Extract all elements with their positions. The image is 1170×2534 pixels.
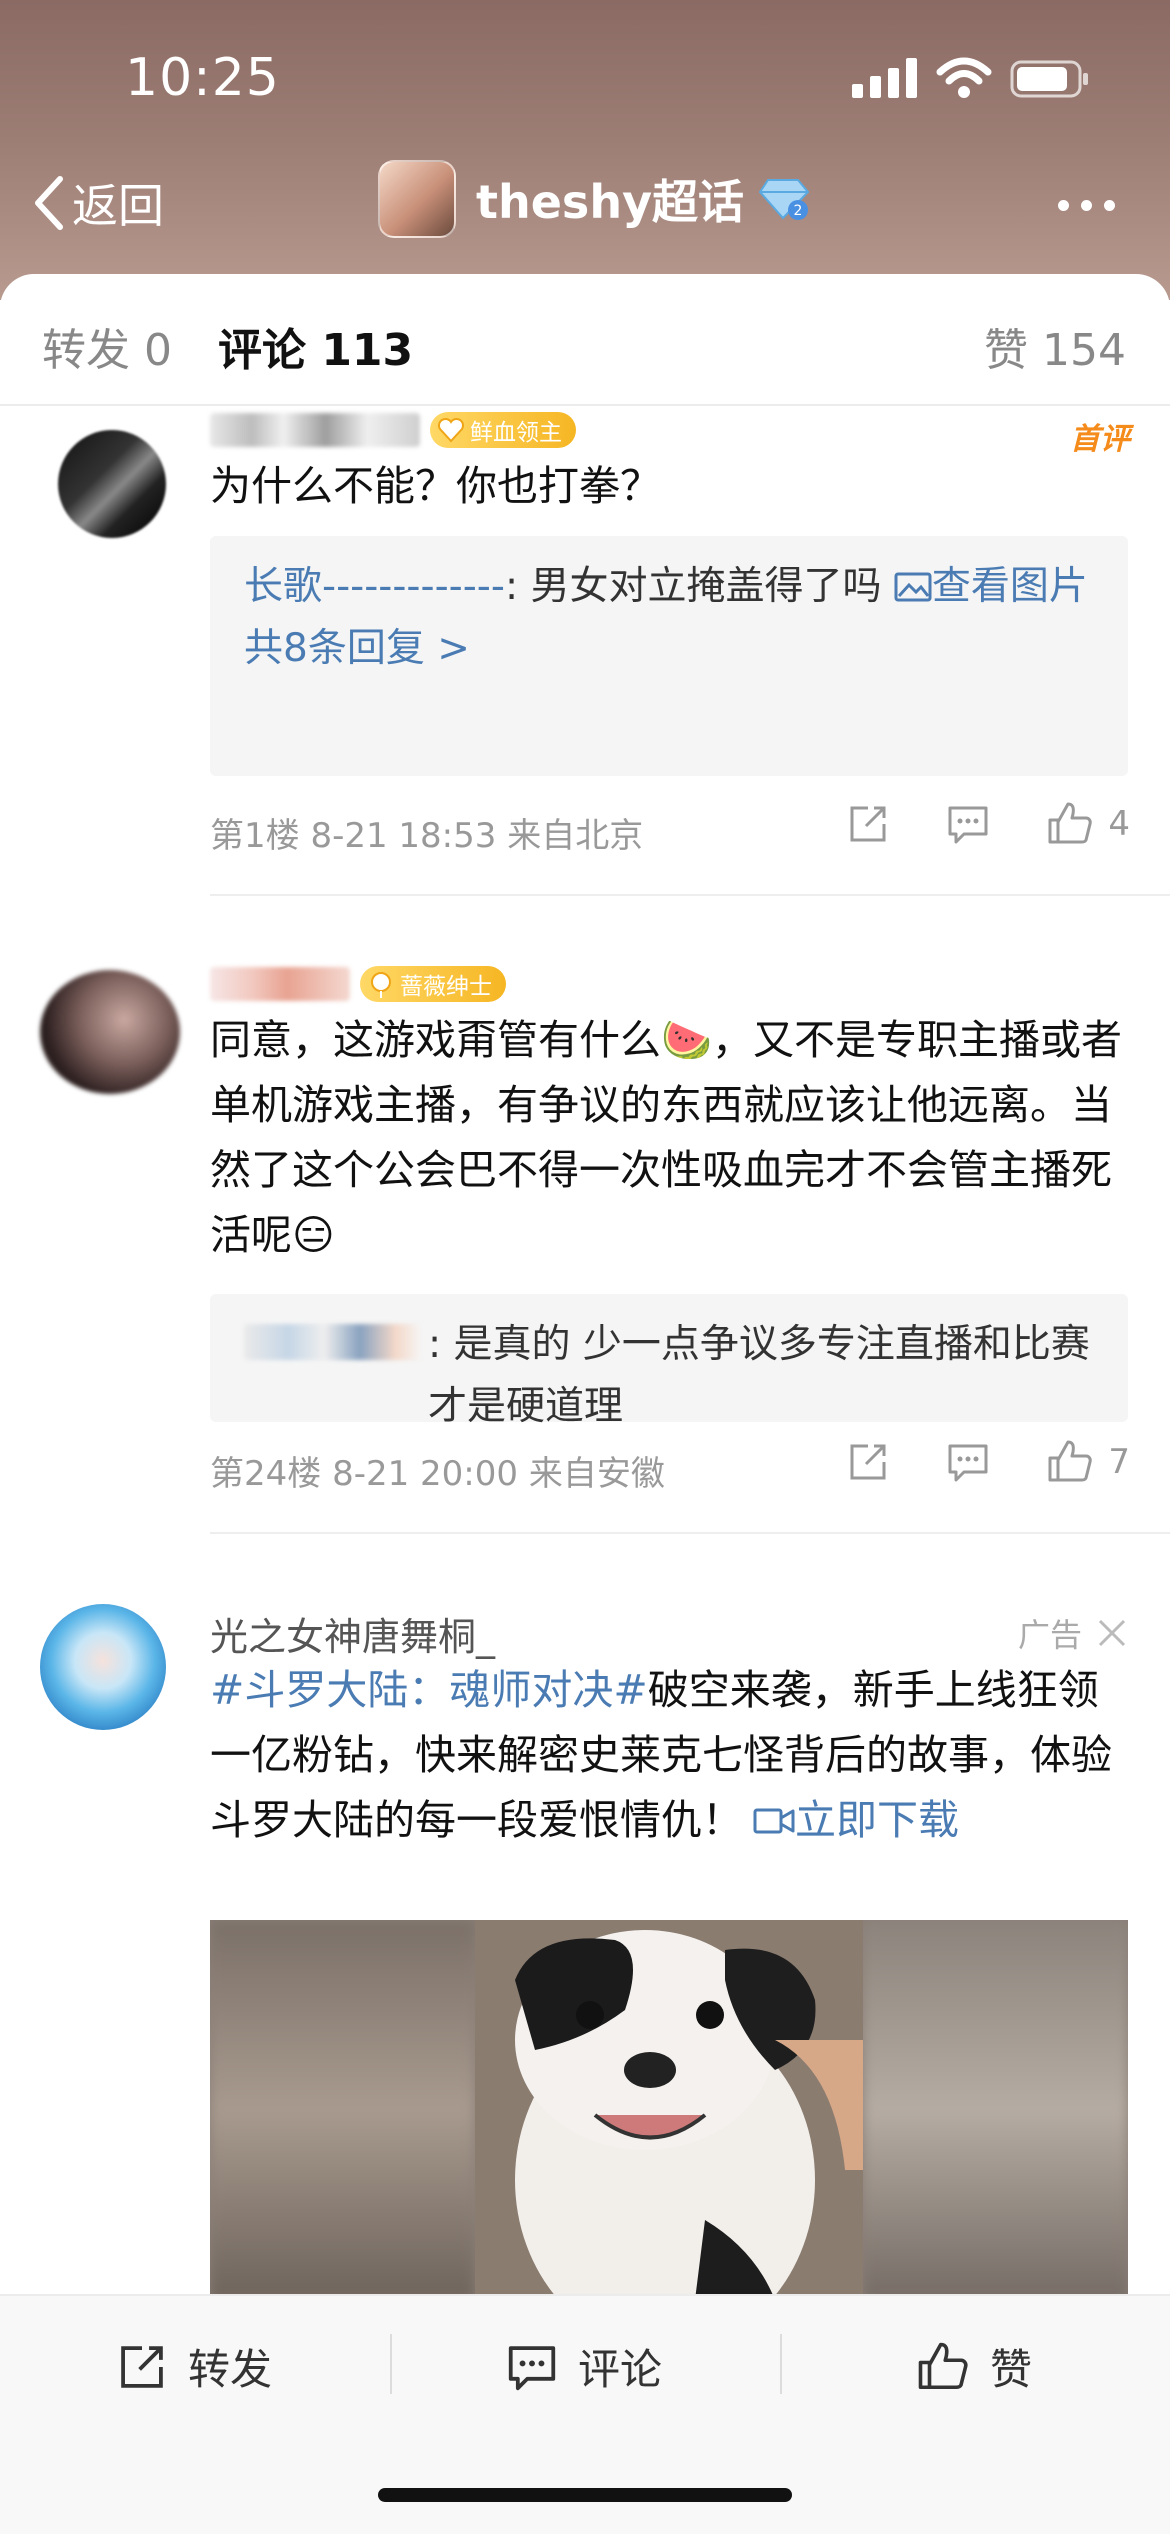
view-image-link[interactable]: 查看图片: [932, 564, 1088, 609]
fan-badge[interactable]: 鲜血领主: [430, 412, 576, 448]
reply-text: : 男女对立掩盖得了吗: [504, 564, 894, 609]
advertiser-avatar[interactable]: [40, 1604, 166, 1730]
reply-button[interactable]: [946, 1440, 990, 1484]
reply-button[interactable]: [946, 802, 990, 846]
heart-badge-icon: [437, 417, 465, 443]
reply-count-link[interactable]: 共8条回复 >: [244, 618, 1094, 680]
ad-label: 广告: [1017, 1616, 1082, 1654]
bottom-comment-button[interactable]: 评论: [506, 2336, 662, 2397]
like-count: 4: [1108, 804, 1130, 844]
battery-icon: [1010, 60, 1088, 98]
page-title: theshy超话: [476, 175, 745, 229]
bottom-comment-label: 评论: [578, 2345, 663, 2394]
avatar[interactable]: [40, 970, 180, 1094]
bottom-like-button[interactable]: 赞: [916, 2336, 1032, 2397]
supertopic-title[interactable]: theshy超话 2: [378, 160, 810, 238]
advertiser-name[interactable]: 光之女神唐舞桐_: [210, 1606, 495, 1661]
comment-text: 同意，这游戏甭管有什么🍉，又不是专职主播或者单机游戏主播，有争议的东西就应该让他…: [210, 1016, 1123, 1259]
comment-user-row: 蔷薇绅士: [210, 966, 506, 1002]
svg-text:2: 2: [794, 203, 803, 219]
cellular-signal-icon: [852, 58, 918, 98]
share-icon: [121, 2345, 163, 2388]
comment-icon: [508, 2345, 556, 2390]
image-icon: [894, 572, 932, 602]
chevron-left-icon: [35, 176, 63, 230]
comment-actions: 4: [790, 800, 1130, 848]
repost-button[interactable]: [846, 1440, 890, 1484]
share-icon: [850, 1444, 886, 1480]
tab-comment[interactable]: 评论 113: [218, 314, 413, 378]
first-comment-label: 首评: [1070, 422, 1130, 457]
comment-actions: 7: [790, 1438, 1130, 1486]
badge-label: 蔷薇绅士: [400, 974, 492, 1000]
bottom-repost-button[interactable]: 转发: [116, 2336, 272, 2397]
divider: [210, 894, 1170, 896]
bottom-like-label: 赞: [990, 2345, 1033, 2394]
separator: [780, 2334, 782, 2394]
fan-badge[interactable]: 蔷薇绅士: [360, 966, 506, 1002]
ad-label-row: 广告: [1018, 1610, 1128, 1656]
reply-box[interactable]: 长歌-------------: 男女对立掩盖得了吗 查看图片 共8条回复 >: [210, 536, 1128, 776]
comment-user-row: 鲜血领主: [210, 412, 576, 448]
back-label: 返回: [72, 179, 164, 233]
badge-label: 鲜血领主: [470, 420, 562, 446]
comment-meta: 第24楼 8-21 20:00 来自安徽: [210, 1454, 665, 1494]
thumbs-up-icon: [1048, 802, 1093, 844]
puppy-illustration: [475, 1920, 863, 2294]
tab-repost[interactable]: 转发 0: [42, 314, 172, 378]
supertopic-avatar: [378, 160, 456, 238]
close-icon[interactable]: [1096, 1617, 1128, 1649]
bottom-repost-label: 转发: [188, 2345, 273, 2394]
divider: [210, 1532, 1170, 1534]
home-indicator[interactable]: [378, 2488, 792, 2502]
like-button[interactable]: 4: [1046, 800, 1130, 848]
ad-video[interactable]: [210, 1920, 1128, 2294]
diamond-badge-icon: 2: [758, 179, 810, 220]
like-button[interactable]: 7: [1046, 1438, 1130, 1486]
username-blurred[interactable]: [210, 413, 420, 447]
separator: [390, 2334, 392, 2394]
puppy-image: [475, 1920, 863, 2294]
more-options-button[interactable]: [1058, 200, 1115, 211]
topic-link[interactable]: #斗罗大陆：魂师对决#: [210, 1666, 648, 1714]
avatar[interactable]: [58, 430, 166, 538]
tab-like[interactable]: 赞 154: [984, 314, 1126, 378]
video-icon: [753, 1808, 795, 1834]
header: 10:25 返回 theshy超话 2: [0, 0, 1170, 300]
comment-meta: 第1楼 8-21 18:53 来自北京: [210, 816, 644, 856]
comment-text: 为什么不能？你也打拳？: [210, 462, 661, 510]
wifi-icon: [936, 57, 992, 98]
reply-user[interactable]: 长歌-------------: [244, 564, 505, 609]
reply-text: : 是真的 少一点争议多专注直播和比赛 才是硬道理: [428, 1322, 1090, 1429]
rose-badge-icon: [371, 972, 391, 998]
username-blurred[interactable]: [210, 967, 350, 1001]
thumbs-up-icon: [918, 2342, 968, 2389]
status-time: 10:25: [125, 48, 280, 108]
reply-box[interactable]: : 是真的 少一点争议多专注直播和比赛 才是硬道理: [210, 1294, 1128, 1429]
tab-bar: 转发 0 评论 113 赞 154: [0, 274, 1170, 406]
back-button[interactable]: 返回: [34, 170, 164, 236]
comment-icon: [948, 806, 988, 844]
reply-user-blurred[interactable]: [244, 1324, 422, 1360]
like-count: 7: [1108, 1442, 1130, 1482]
share-icon: [850, 806, 886, 842]
repost-button[interactable]: [846, 802, 890, 846]
thumbs-up-icon: [1048, 1440, 1093, 1482]
comment-icon: [948, 1444, 988, 1482]
comments-sheet: 转发 0 评论 113 赞 154 鲜血领主 首评 为什么不能？你也打拳？ 长歌…: [0, 274, 1170, 2294]
download-link[interactable]: 立即下载: [795, 1796, 959, 1844]
ad-text: #斗罗大陆：魂师对决#破空来袭，新手上线狂领一亿粉钻，快来解密史莱克七怪背后的故…: [210, 1658, 1130, 1853]
